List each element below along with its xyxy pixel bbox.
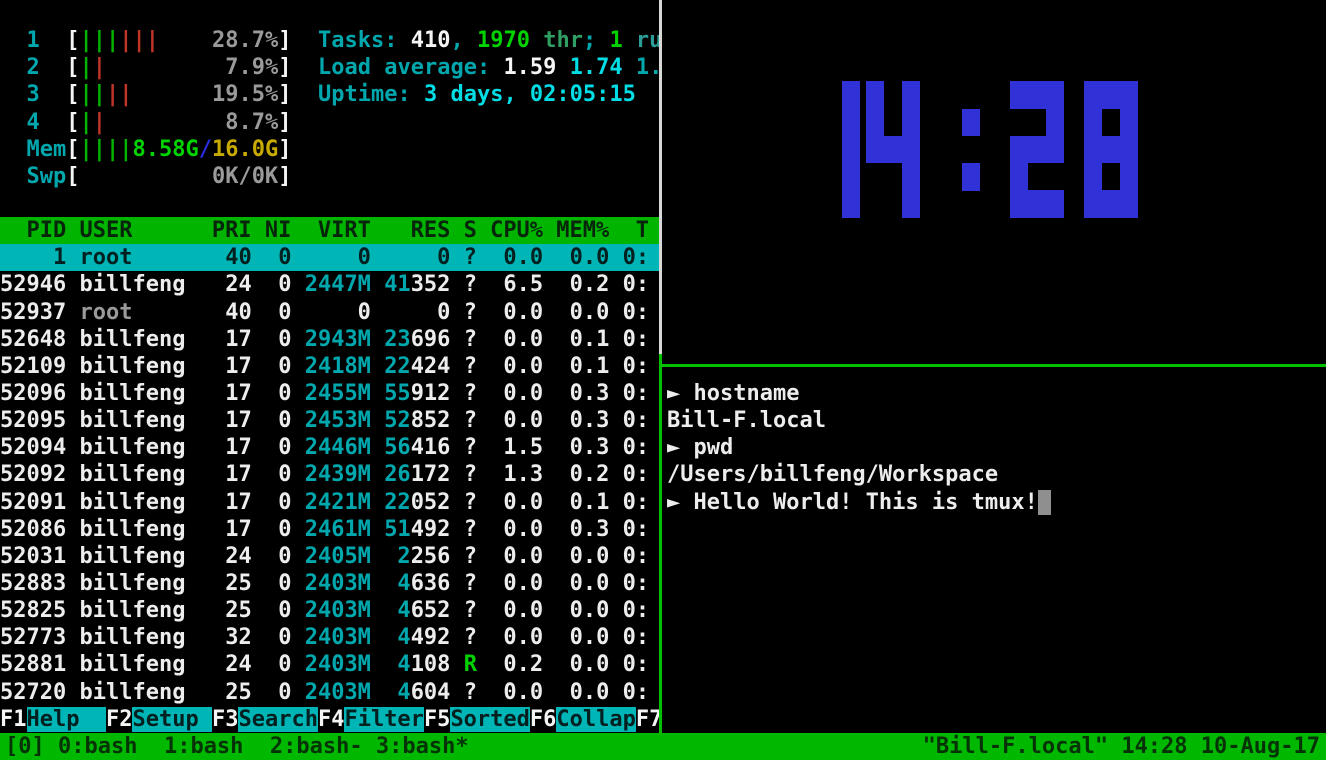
process-row[interactable]: 52720 billfeng 25 0 2403M 4604 ? 0.0 0.0…: [0, 679, 659, 706]
load-average-line: Load average: 1.59 1.74 1.: [318, 54, 659, 81]
clock-pane[interactable]: [663, 0, 1326, 363]
pane-divider-vertical[interactable]: [659, 0, 662, 354]
fkey-f2[interactable]: F2Setup: [106, 707, 212, 732]
process-row[interactable]: 1 root 40 0 0 0 ? 0.0 0.0 0:: [0, 244, 659, 271]
cpu-meter-4: 4 [|| 8.7%]: [0, 109, 291, 136]
window-item[interactable]: 3:bash*: [376, 734, 469, 759]
tmux-terminal: 1 [|||||| 28.7%] 2 [|| 7.9%] 3 [|||| 19.…: [0, 0, 1326, 760]
fkey-f5[interactable]: F5Sorted: [424, 707, 530, 732]
pane-divider-vertical-active[interactable]: [659, 354, 662, 733]
prompt-icon: ►: [667, 490, 694, 515]
shell-command-line: ► hostname: [667, 380, 799, 407]
fkey-f4[interactable]: F4Filter: [318, 707, 424, 732]
tasks-line: Tasks: 410, 1970 thr; 1 ru: [318, 27, 659, 54]
process-row[interactable]: 52881 billfeng 24 0 2403M 4108 R 0.2 0.0…: [0, 651, 659, 678]
shell-pane[interactable]: ► hostnameBill-F.local► pwd/Users/billfe…: [667, 369, 1322, 732]
prompt-icon: ►: [667, 381, 694, 406]
status-right: "Bill-F.local" 14:28 10-Aug-17: [923, 733, 1320, 760]
cpu-meter-3: 3 [|||| 19.5%]: [0, 81, 291, 108]
process-row[interactable]: 52648 billfeng 17 0 2943M 23696 ? 0.0 0.…: [0, 326, 659, 353]
window-item[interactable]: 2:bash-: [270, 734, 363, 759]
window-list: [0] 0:bash 1:bash 2:bash- 3:bash*: [5, 733, 482, 760]
process-row[interactable]: 52095 billfeng 17 0 2453M 52852 ? 0.0 0.…: [0, 407, 659, 434]
uptime-line: Uptime: 3 days, 02:05:15: [318, 81, 636, 108]
fkey-f1[interactable]: F1Help: [0, 707, 106, 732]
shell-command-line: ► pwd: [667, 434, 733, 461]
process-row[interactable]: 52825 billfeng 25 0 2403M 4652 ? 0.0 0.0…: [0, 597, 659, 624]
process-row[interactable]: 52092 billfeng 17 0 2439M 26172 ? 1.3 0.…: [0, 461, 659, 488]
shell-output-line: Bill-F.local: [667, 407, 826, 434]
prompt-icon: ►: [667, 435, 694, 460]
process-row[interactable]: 52086 billfeng 17 0 2461M 51492 ? 0.0 0.…: [0, 516, 659, 543]
fkey-f7[interactable]: F7N: [636, 707, 659, 732]
htop-function-key-bar: F1Help F2Setup F3SearchF4FilterF5SortedF…: [0, 706, 659, 733]
window-item[interactable]: 0:bash: [58, 734, 151, 759]
fkey-f6[interactable]: F6Collap: [530, 707, 636, 732]
process-row[interactable]: 52031 billfeng 24 0 2405M 2256 ? 0.0 0.0…: [0, 543, 659, 570]
process-row[interactable]: 52883 billfeng 25 0 2403M 4636 ? 0.0 0.0…: [0, 570, 659, 597]
tmux-status-bar: [0] 0:bash 1:bash 2:bash- 3:bash* "Bill-…: [0, 733, 1326, 760]
text-cursor: [1038, 490, 1051, 515]
cpu-meter-1: 1 [|||||| 28.7%]: [0, 27, 291, 54]
process-row[interactable]: 52091 billfeng 17 0 2421M 22052 ? 0.0 0.…: [0, 489, 659, 516]
process-table-header[interactable]: PID USER PRI NI VIRT RES S CPU% MEM% T: [0, 217, 659, 244]
shell-command-line: ► Hello World! This is tmux!: [667, 489, 1051, 516]
process-row[interactable]: 52109 billfeng 17 0 2418M 22424 ? 0.0 0.…: [0, 353, 659, 380]
process-row[interactable]: 52937 root 40 0 0 0 ? 0.0 0.0 0:: [0, 299, 659, 326]
htop-pane[interactable]: 1 [|||||| 28.7%] 2 [|| 7.9%] 3 [|||| 19.…: [0, 0, 659, 733]
swap-meter: Swp[ 0K/0K]: [0, 163, 291, 190]
process-row[interactable]: 52096 billfeng 17 0 2455M 55912 ? 0.0 0.…: [0, 380, 659, 407]
window-item[interactable]: 1:bash: [164, 734, 257, 759]
process-row[interactable]: 52773 billfeng 32 0 2403M 4492 ? 0.0 0.0…: [0, 624, 659, 651]
process-row[interactable]: 52946 billfeng 24 0 2447M 41352 ? 6.5 0.…: [0, 271, 659, 298]
shell-output-line: /Users/billfeng/Workspace: [667, 461, 998, 488]
session-name: [0]: [5, 734, 58, 759]
fkey-f3[interactable]: F3Search: [212, 707, 318, 732]
pane-divider-horizontal[interactable]: [662, 364, 1326, 367]
process-row[interactable]: 52094 billfeng 17 0 2446M 56416 ? 1.5 0.…: [0, 434, 659, 461]
cpu-meter-2: 2 [|| 7.9%]: [0, 54, 291, 81]
memory-meter: Mem[||||8.58G/16.0G]: [0, 136, 291, 163]
